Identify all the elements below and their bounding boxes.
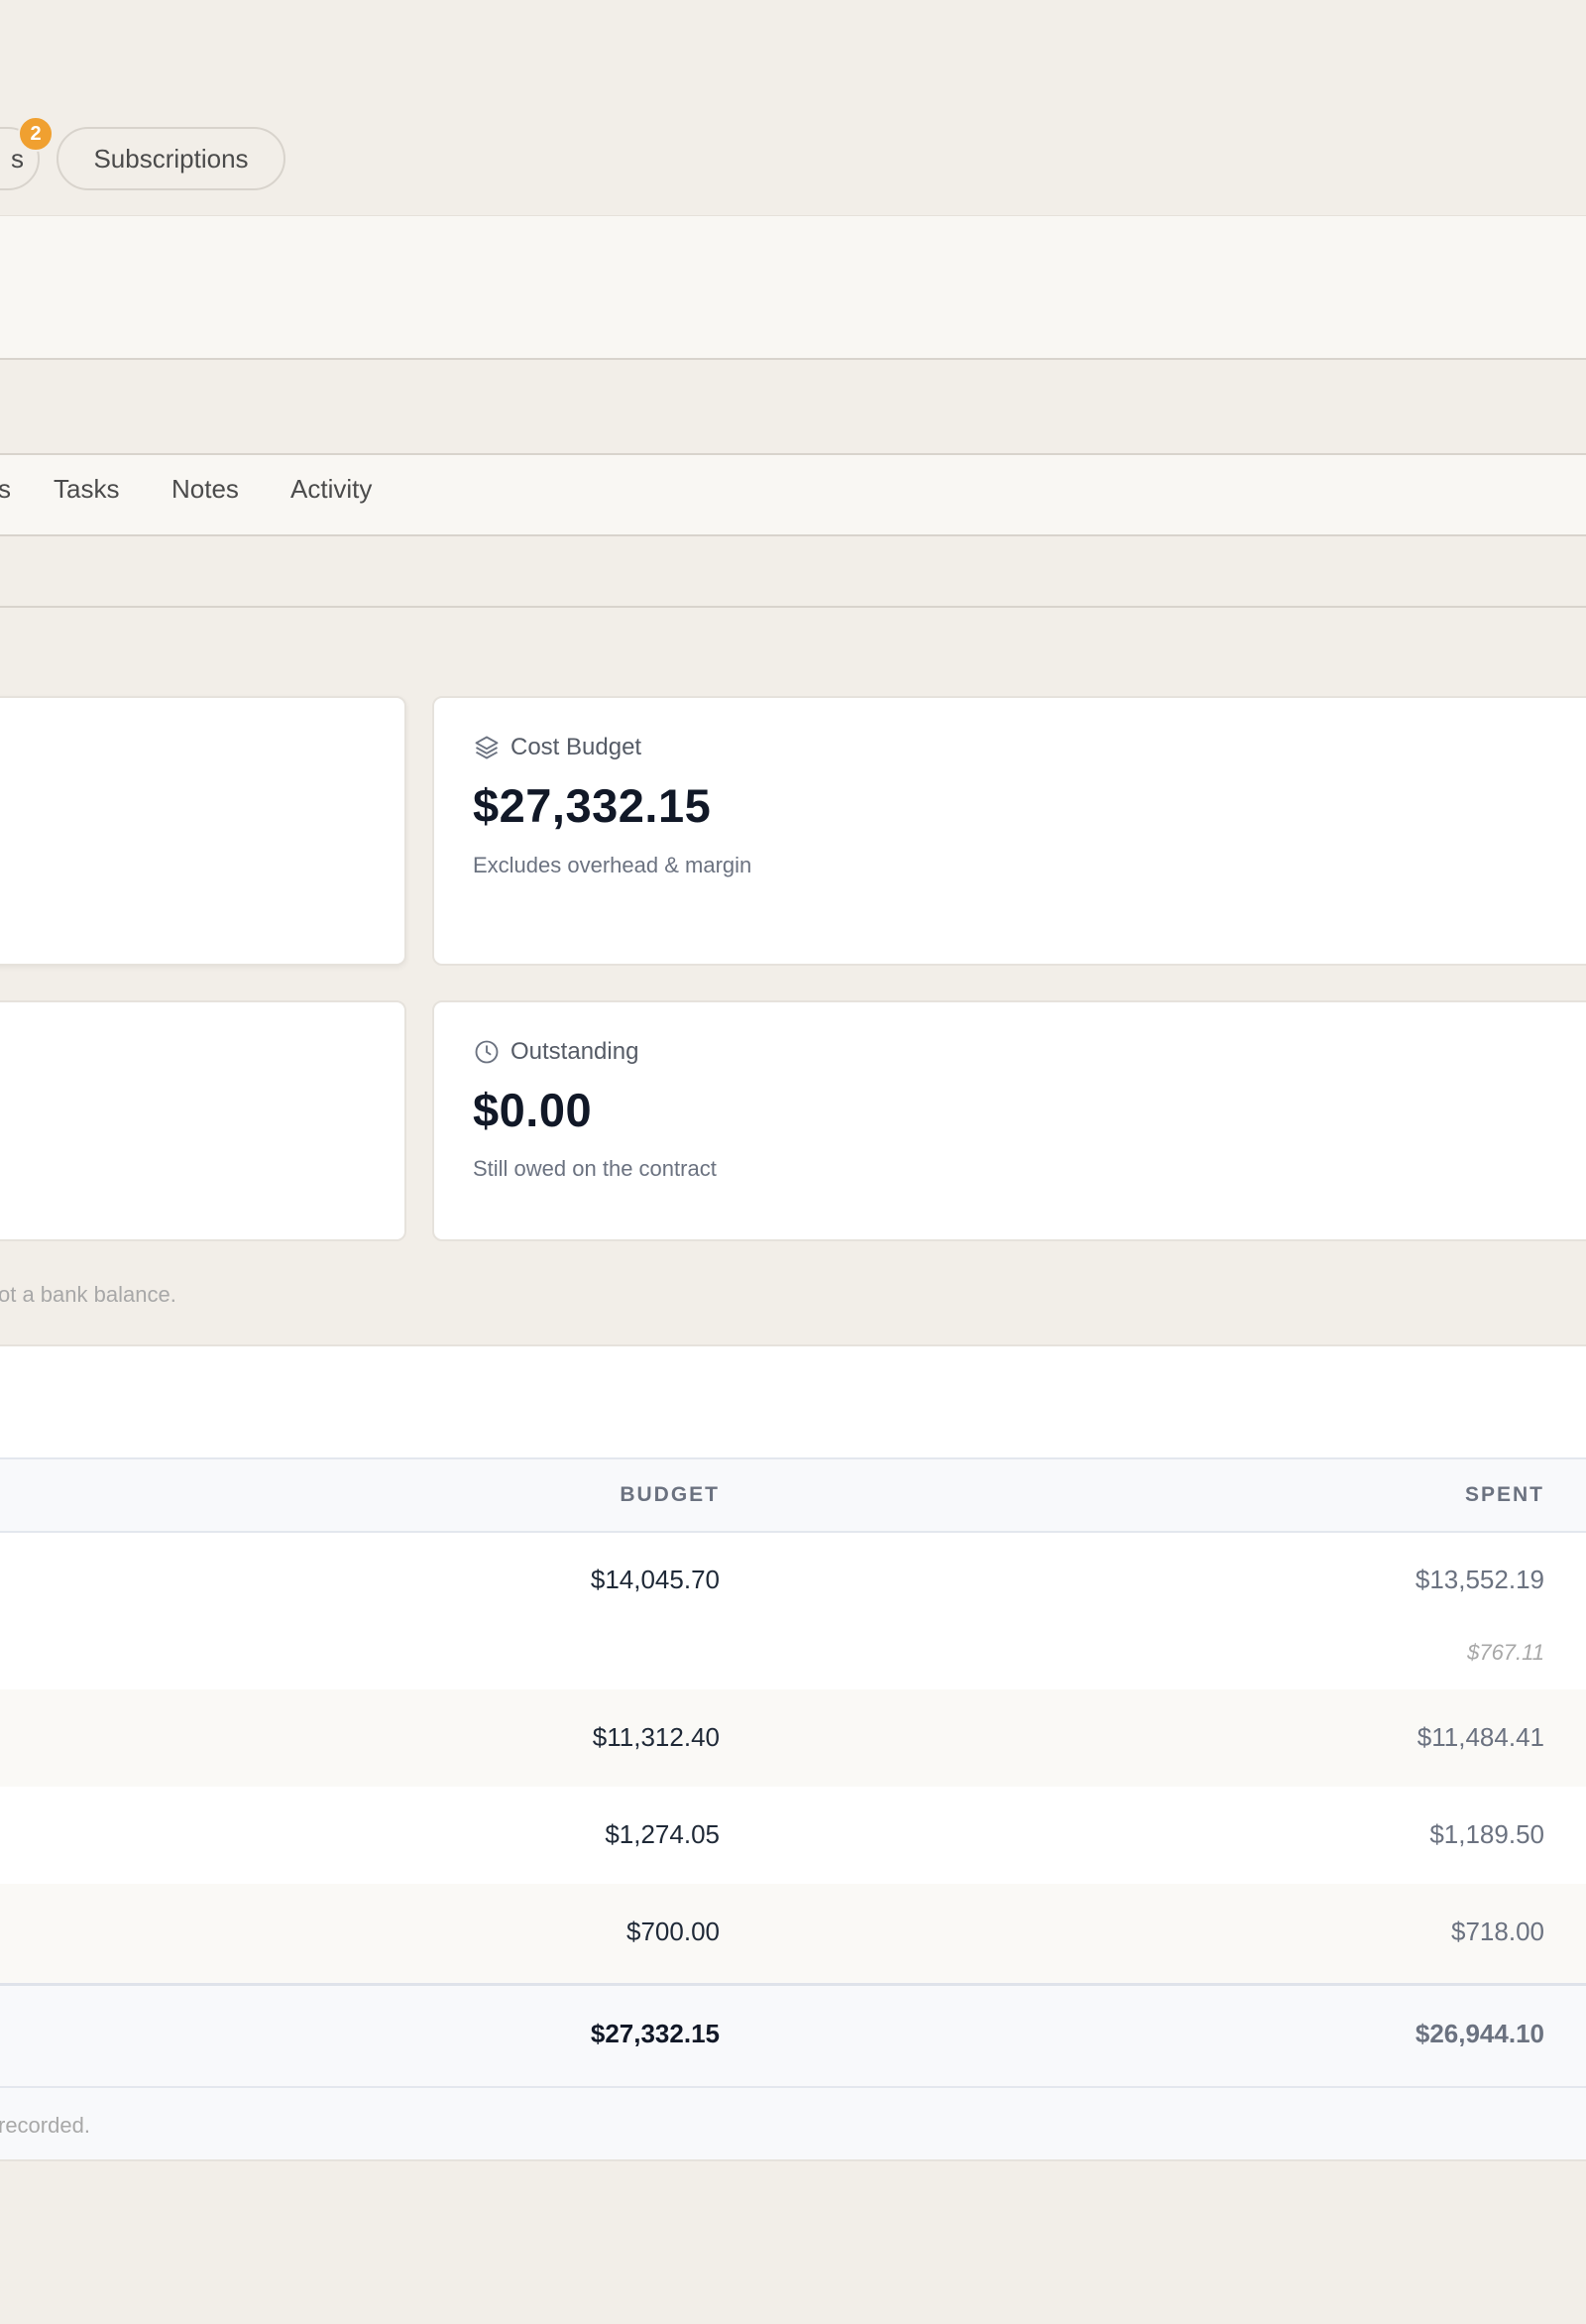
header-spent[interactable]: SPENT — [1465, 1483, 1544, 1507]
table-row[interactable] — [0, 1884, 1586, 1983]
cost-budget-label: Cost Budget — [473, 734, 641, 761]
table-row[interactable] — [0, 1533, 1586, 1689]
clock-icon — [473, 1038, 501, 1066]
outstanding-subtext: Still owed on the contract — [473, 1156, 717, 1181]
row-budget: $1,274.05 — [605, 1819, 720, 1849]
outstanding-value: $0.00 — [473, 1084, 593, 1136]
cost-budget-subtext: Excludes overhead & margin — [473, 853, 752, 877]
top-tab-partial-label: s — [11, 143, 24, 174]
table-row[interactable] — [0, 1787, 1586, 1884]
notification-badge: 2 — [18, 116, 54, 152]
row-budget: $11,312.40 — [592, 1722, 720, 1752]
tab-activity[interactable]: Activity — [290, 474, 372, 505]
layers-icon — [473, 734, 501, 761]
balance-disclaimer: ot a bank balance. — [0, 1282, 176, 1307]
row-spent: $11,484.41 — [1416, 1722, 1544, 1752]
row-budget: $700.00 — [626, 1917, 720, 1946]
card-partial-bottom — [0, 1000, 406, 1241]
row-spent: $1,189.50 — [1429, 1819, 1544, 1849]
top-tab-subscriptions[interactable]: Subscriptions — [57, 127, 285, 190]
outstanding-label: Outstanding — [473, 1038, 638, 1066]
cost-budget-value: $27,332.15 — [473, 779, 712, 832]
table-total-row — [0, 1983, 1586, 2088]
table-footer — [0, 2088, 1586, 2159]
tab-tasks[interactable]: Tasks — [54, 474, 119, 505]
total-spent: $26,944.10 — [1415, 2019, 1544, 2048]
table-footer-note: recorded. — [0, 2113, 90, 2138]
total-budget: $27,332.15 — [590, 2019, 720, 2048]
table-row[interactable] — [0, 1689, 1586, 1787]
cost-budget-label-text: Cost Budget — [510, 734, 642, 760]
row-spent: $718.00 — [1451, 1917, 1544, 1946]
card-outstanding — [432, 1000, 1586, 1241]
row-spent-detail: $767.11 — [1467, 1640, 1544, 1665]
row-budget: $14,045.70 — [590, 1565, 720, 1594]
card-partial-top — [0, 696, 406, 966]
tab-partial[interactable]: s — [0, 474, 11, 505]
row-spent: $13,552.19 — [1415, 1565, 1544, 1594]
section-divider — [0, 606, 1586, 608]
tab-notes[interactable]: Notes — [171, 474, 239, 505]
header-budget[interactable]: BUDGET — [620, 1483, 720, 1507]
table-header — [0, 1457, 1586, 1533]
page-header — [0, 215, 1586, 360]
outstanding-label-text: Outstanding — [510, 1038, 639, 1065]
top-tab-subscriptions-label: Subscriptions — [93, 143, 249, 174]
